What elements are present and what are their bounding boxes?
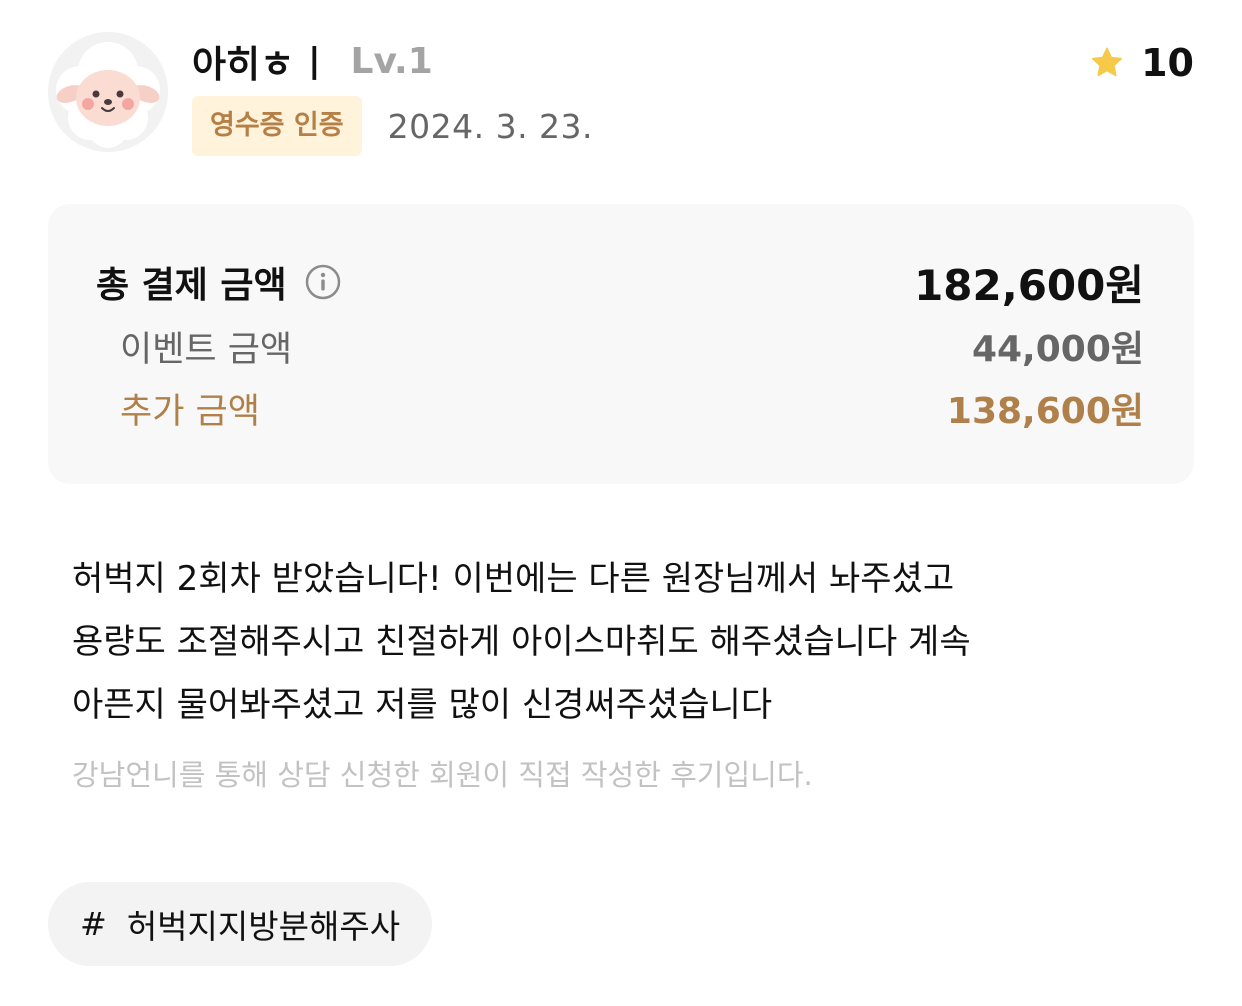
rating: 10 [1089, 38, 1194, 88]
review-body: 허벅지 2회차 받았습니다! 이번에는 다른 원장님께서 놔주셨고 용량도 조절… [72, 548, 1182, 737]
review-line: 아픈지 물어봐주셨고 저를 많이 신경써주셨습니다 [72, 685, 773, 725]
total-price-value: 182,600원 [914, 260, 1144, 310]
hash-icon: # [80, 905, 107, 943]
event-price-row: 이벤트 금액 44,000원 [96, 318, 1144, 374]
hashtag-chip[interactable]: # 허벅지지방분해주사 [48, 882, 433, 966]
user-line: 아히ㅎ | Lv.1 [192, 34, 433, 88]
star-icon [1089, 45, 1125, 81]
event-price-value: 44,000원 [971, 329, 1144, 370]
sheep-avatar-icon[interactable] [48, 32, 168, 152]
extra-price-row: 추가 금액 138,600원 [96, 380, 1144, 436]
price-summary-card: 총 결제 금액 182,600원 이벤트 금액 44,000원 추가 금액 13… [48, 204, 1194, 484]
total-price-label: 총 결제 금액 [96, 265, 287, 306]
name-divider: | [308, 41, 321, 81]
user-level: Lv.1 [350, 40, 433, 82]
total-label-wrap: 총 결제 금액 [96, 256, 341, 308]
review-date: 2024. 3. 23. [387, 106, 594, 146]
meta-line: 영수증 인증 2024. 3. 23. [192, 96, 593, 156]
total-price-row: 총 결제 금액 182,600원 [96, 252, 1144, 312]
nickname[interactable]: 아히ㅎ [192, 34, 294, 88]
review-line: 허벅지 2회차 받았습니다! 이번에는 다른 원장님께서 놔주셨고 [72, 559, 955, 599]
info-icon[interactable] [305, 264, 341, 300]
hashtag-label: 허벅지지방분해주사 [126, 907, 401, 946]
receipt-verified-badge: 영수증 인증 [192, 96, 362, 156]
extra-price-label: 추가 금액 [120, 391, 260, 432]
event-price-label: 이벤트 금액 [120, 329, 293, 370]
extra-price-value: 138,600원 [946, 391, 1144, 432]
rating-value: 10 [1141, 41, 1194, 85]
review-header: 아히ㅎ | Lv.1 영수증 인증 2024. 3. 23. 10 [48, 32, 1194, 162]
review-disclaimer: 강남언니를 통해 상담 신청한 회원이 직접 작성한 후기입니다. [72, 758, 813, 792]
review-line: 용량도 조절해주시고 친절하게 아이스마취도 해주셨습니다 계속 [72, 622, 971, 662]
